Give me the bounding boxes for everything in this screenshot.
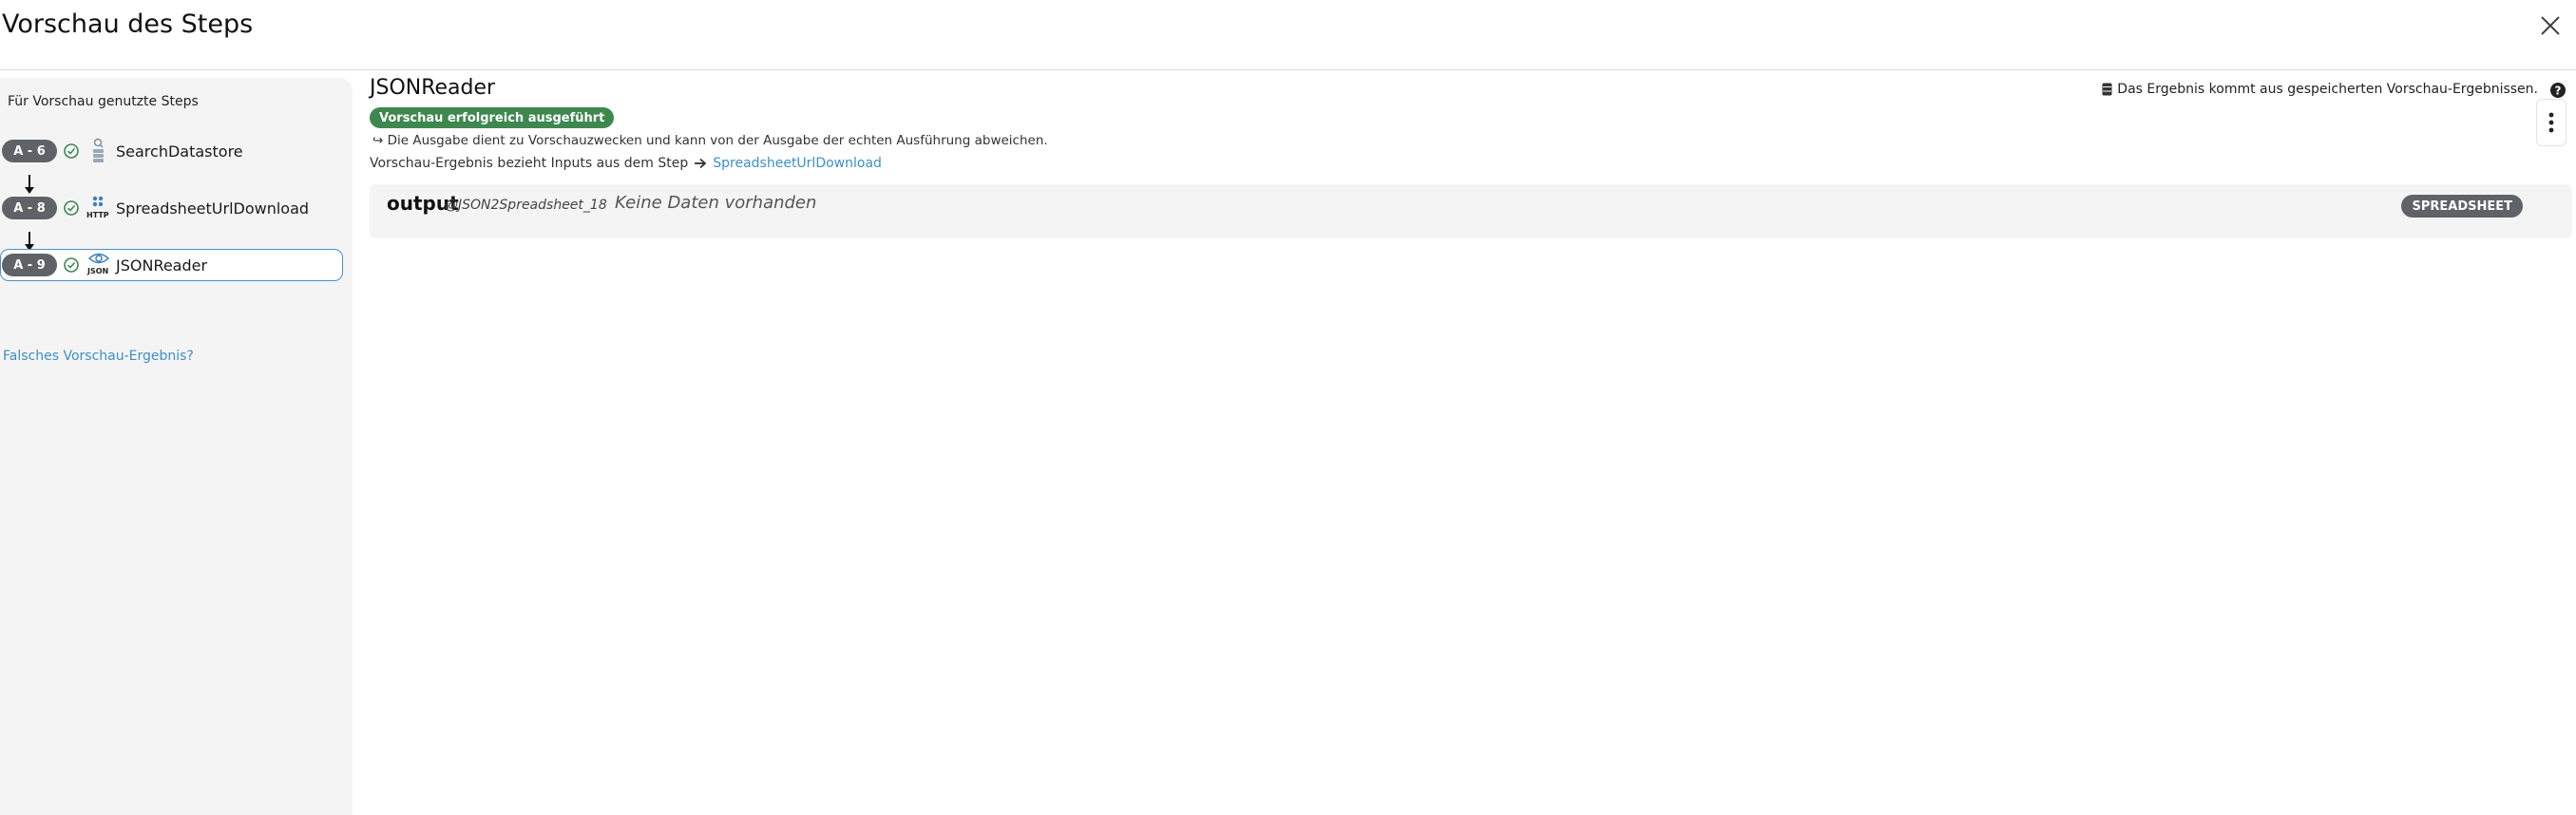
inputs-source-line: Vorschau-Ergebnis bezieht Inputs aus dem… — [370, 156, 882, 171]
step-label: SpreadsheetUrlDownload — [116, 199, 310, 218]
http-icon-text: HTTP — [86, 211, 109, 219]
cache-info-text: Das Ergebnis kommt aus gespeicherten Vor… — [2117, 82, 2538, 97]
step-badge: A - 8 — [2, 197, 57, 219]
svg-text:?: ? — [2555, 85, 2562, 98]
datastore-icon — [93, 138, 104, 162]
success-check-icon — [64, 200, 79, 216]
cache-info: Das Ergebnis kommt aus gespeicherten Vor… — [2102, 82, 2538, 97]
step-item-jsonreader[interactable]: A - 9 JSON JSONReader — [0, 249, 343, 281]
sidebar-title: Für Vorschau genutzte Steps — [8, 94, 199, 109]
output-type-badge: SPREADSHEET — [2401, 195, 2523, 218]
step-item-searchdatastore[interactable]: A - 6 SearchDatastore — [2, 135, 342, 167]
help-icon[interactable]: ? — [2549, 82, 2566, 99]
database-icon — [2102, 83, 2112, 96]
wrong-result-link[interactable]: Falsches Vorschau-Ergebnis? — [3, 349, 194, 364]
inputs-source-text: Vorschau-Ergebnis bezieht Inputs aus dem… — [370, 156, 689, 171]
arrow-right-icon — [695, 158, 707, 169]
status-badge: Vorschau erfolgreich ausgeführt — [370, 107, 615, 128]
step-label: SearchDatastore — [116, 142, 243, 161]
step-title: JSONReader — [370, 76, 496, 100]
dialog-header: Vorschau des Steps — [0, 0, 2576, 70]
steps-sidebar: Für Vorschau genutzte Steps A - 6 Search… — [0, 78, 353, 815]
success-check-icon — [64, 257, 79, 273]
close-icon — [2541, 16, 2560, 35]
step-badge: A - 9 — [2, 254, 57, 276]
http-icon: HTTP — [86, 194, 111, 222]
step-badge: A - 6 — [2, 140, 57, 162]
step-label: JSONReader — [116, 256, 208, 275]
output-ref: @JSON2Spreadsheet_18 — [445, 198, 607, 213]
json-eye-icon: JSON — [86, 251, 111, 279]
inputs-source-step-link[interactable]: SpreadsheetUrlDownload — [713, 156, 882, 171]
preview-info-text: ↪ Die Ausgabe dient zu Vorschauzwecken u… — [372, 133, 1048, 148]
more-vertical-icon — [2548, 112, 2554, 133]
more-options-button[interactable] — [2536, 99, 2566, 146]
step-item-spreadsheeturldownload[interactable]: A - 8 HTTP SpreadsheetUrlDownload — [2, 192, 342, 224]
dialog-title: Vorschau des Steps — [2, 9, 254, 39]
output-panel[interactable]: output @JSON2Spreadsheet_18 Keine Daten … — [370, 184, 2572, 238]
output-empty-text: Keine Daten vorhanden — [615, 193, 817, 213]
success-check-icon — [64, 143, 79, 159]
close-button[interactable] — [2538, 13, 2563, 38]
json-icon-text: JSON — [87, 267, 109, 275]
